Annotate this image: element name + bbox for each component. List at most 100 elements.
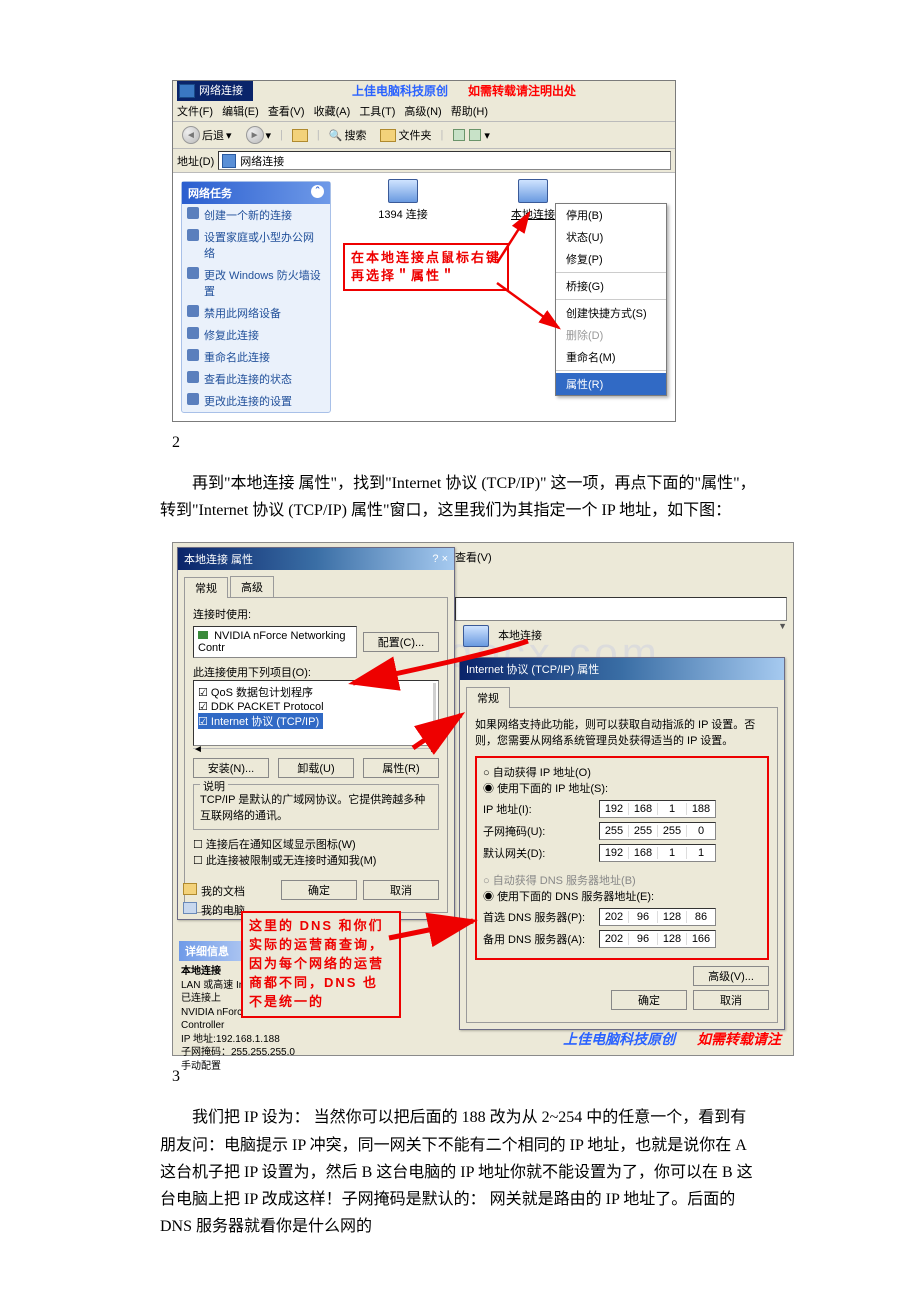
close-buttons[interactable]: ? × — [432, 553, 448, 565]
items-listbox[interactable]: QoS 数据包计划程序 DDK PACKET Protocol Internet… — [193, 680, 439, 746]
figure1-window: 网络连接 上佳电脑科技原创 如需转载请注明出处 文件(F) 编辑(E) 查看(V… — [172, 80, 676, 422]
menu-tools[interactable]: 工具(T) — [359, 106, 395, 118]
step-number-2: 2 — [172, 434, 760, 452]
show-icon-check[interactable]: 连接后在通知区域显示图标(W) — [193, 836, 439, 852]
menu-fav[interactable]: 收藏(A) — [314, 106, 351, 118]
ctx-disable[interactable]: 停用(B) — [556, 204, 666, 226]
radio-use-dns[interactable]: 使用下面的 DNS 服务器地址(E): — [483, 888, 761, 904]
radio-auto-ip[interactable]: 自动获得 IP 地址(O) — [483, 764, 761, 780]
address-field[interactable] — [455, 597, 787, 621]
configure-button[interactable]: 配置(C)... — [363, 632, 439, 652]
ctx-properties[interactable]: 属性(R) — [556, 373, 666, 395]
task-rename[interactable]: 重命名此连接 — [182, 346, 330, 368]
radio-use-ip[interactable]: 使用下面的 IP 地址(S): — [483, 780, 761, 796]
menubar: 文件(F) 编辑(E) 查看(V) 收藏(A) 工具(T) 高级(N) 帮助(H… — [173, 101, 675, 122]
items-label: 此连接使用下列项目(O): — [193, 664, 439, 680]
menu-help[interactable]: 帮助(H) — [451, 106, 488, 118]
notify-limited-check[interactable]: 此连接被限制或无连接时通知我(M) — [193, 852, 439, 868]
menu-file[interactable]: 文件(F) — [177, 106, 213, 118]
address-field[interactable]: 网络连接 — [218, 151, 671, 170]
desc-legend: 说明 — [200, 778, 228, 794]
desc-text: TCP/IP 是默认的广域网协议。它提供跨越多种互联网络的通讯。 — [200, 791, 432, 823]
my-documents[interactable]: 我的文档 — [183, 883, 245, 899]
tab-advanced[interactable]: 高级 — [230, 576, 274, 597]
connection-1394[interactable]: 1394 连接 — [359, 179, 447, 222]
uninstall-button[interactable]: 卸载(U) — [278, 758, 354, 778]
step3-paragraph: 我们把 IP 设为： 当然你可以把后面的 188 改为从 2~254 中的任意一… — [160, 1104, 760, 1240]
address-bar: 地址(D) 网络连接 — [173, 149, 675, 173]
forward-button[interactable]: ► ▾ — [241, 124, 277, 146]
ctx-repair[interactable]: 修复(P) — [556, 248, 666, 270]
menu-view[interactable]: 查看(V) — [455, 552, 492, 564]
properties-button[interactable]: 属性(R) — [363, 758, 439, 778]
ok-button[interactable]: 确定 — [281, 880, 357, 900]
divider: | — [440, 129, 443, 141]
connection-1394-label: 1394 连接 — [359, 206, 447, 222]
advanced-button[interactable]: 高级(V)... — [693, 966, 769, 986]
task-repair[interactable]: 修复此连接 — [182, 324, 330, 346]
brand-original: 上佳电脑科技原创 — [352, 81, 448, 101]
radio-auto-dns: 自动获得 DNS 服务器地址(B) — [483, 872, 761, 888]
subnet-mask-field[interactable]: 2552552550 — [599, 822, 716, 840]
ctx-rename[interactable]: 重命名(M) — [556, 346, 666, 368]
connect-using-label: 连接时使用: — [193, 606, 439, 622]
address-icon — [222, 154, 236, 168]
tcpip-intro: 如果网络支持此功能，则可以获取自动指派的 IP 设置。否则，您需要从网络系统管理… — [475, 716, 769, 748]
address-label: 地址(D) — [177, 153, 214, 169]
tab-general[interactable]: 常规 — [184, 577, 228, 598]
gateway-field[interactable]: 19216811 — [599, 844, 716, 862]
task-new-connection[interactable]: 创建一个新的连接 — [182, 204, 330, 226]
item-tcpip[interactable]: Internet 协议 (TCP/IP) — [198, 713, 323, 729]
task-firewall[interactable]: 更改 Windows 防火墙设置 — [182, 264, 330, 302]
ip-address-field[interactable]: 1921681188 — [599, 800, 716, 818]
menu-edit[interactable]: 编辑(E) — [222, 106, 259, 118]
search-button[interactable]: 🔍 搜索 — [324, 125, 372, 145]
network-tasks-header[interactable]: 网络任务 ˆ — [182, 182, 330, 204]
item-qos[interactable]: QoS 数据包计划程序 — [198, 684, 434, 700]
detail-mask: 子网掩码：255.255.255.0 — [181, 1046, 309, 1060]
address-value: 网络连接 — [240, 153, 284, 169]
dns1-field[interactable]: 2029612886 — [599, 908, 716, 926]
task-home-network[interactable]: 设置家庭或小型办公网络 — [182, 226, 330, 264]
ctx-bridge[interactable]: 桥接(G) — [556, 275, 666, 297]
tab-general[interactable]: 常规 — [466, 687, 510, 708]
connection-icon — [388, 179, 418, 203]
divider: | — [317, 129, 320, 141]
menu-adv[interactable]: 高级(N) — [404, 106, 441, 118]
stray-menu: 查看(V) — [455, 549, 492, 565]
task-status[interactable]: 查看此连接的状态 — [182, 368, 330, 390]
connection-local-icon[interactable]: 本地连接 — [463, 625, 542, 647]
install-button[interactable]: 安装(N)... — [193, 758, 269, 778]
dns2-field[interactable]: 20296128166 — [599, 930, 716, 948]
search-icon: 🔍 — [329, 129, 343, 142]
cancel-button[interactable]: 取消 — [363, 880, 439, 900]
up-button[interactable] — [287, 127, 313, 144]
ctx-shortcut[interactable]: 创建快捷方式(S) — [556, 302, 666, 324]
figure2-container: www.bdocx.com 查看(V) ▼ 本地连接 本地连接 属性 ? × — [172, 542, 794, 1056]
folder-icon — [380, 129, 396, 142]
task-disable[interactable]: 禁用此网络设备 — [182, 302, 330, 324]
dialog-title: 本地连接 属性 ? × — [178, 548, 454, 570]
back-button[interactable]: ◄ 后退 ▾ — [177, 124, 237, 146]
mask-label: 子网掩码(U): — [483, 823, 593, 839]
folders-button[interactable]: 文件夹 — [375, 125, 436, 145]
menu-view[interactable]: 查看(V) — [268, 106, 305, 118]
dns2-label: 备用 DNS 服务器(A): — [483, 931, 593, 947]
views-button[interactable]: ▾ — [447, 127, 495, 144]
ctx-status[interactable]: 状态(U) — [556, 226, 666, 248]
my-computer[interactable]: 我的电脑 — [183, 902, 245, 918]
app-icon — [179, 84, 195, 98]
context-menu: 停用(B) 状态(U) 修复(P) 桥接(G) 创建快捷方式(S) 删除(D) … — [555, 203, 667, 396]
task-settings[interactable]: 更改此连接的设置 — [182, 390, 330, 412]
ip-label: IP 地址(I): — [483, 801, 593, 817]
step2-paragraph: 再到"本地连接 属性"，找到"Internet 协议 (TCP/IP)" 这一项… — [160, 470, 760, 524]
divider: | — [280, 129, 283, 141]
separator — [556, 299, 666, 300]
ok-button[interactable]: 确定 — [611, 990, 687, 1010]
network-tasks-panel: 网络任务 ˆ 创建一个新的连接 设置家庭或小型办公网络 更改 Windows 防… — [181, 181, 331, 413]
callout-rightclick: 在本地连接点鼠标右键再选择＂属性＂ — [343, 243, 509, 291]
item-ddk[interactable]: DDK PACKET Protocol — [198, 700, 434, 713]
cancel-button[interactable]: 取消 — [693, 990, 769, 1010]
collapse-icon: ˆ — [311, 185, 324, 198]
adapter-field: NVIDIA nForce Networking Contr — [193, 626, 357, 658]
